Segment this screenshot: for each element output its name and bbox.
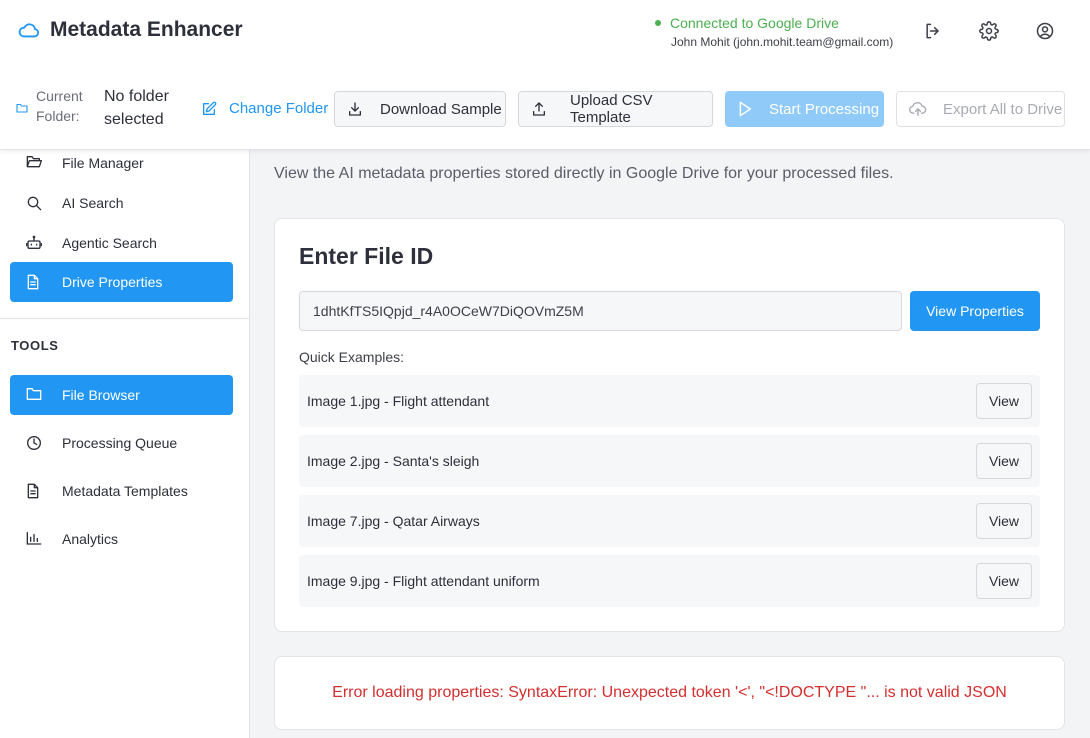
connection-status: Connected to Google Drive <box>655 15 893 31</box>
sidebar-item-label: Metadata Templates <box>62 483 188 499</box>
play-icon <box>738 101 752 117</box>
example-label: Image 1.jpg - Flight attendant <box>307 393 490 409</box>
sidebar-item-label: File Browser <box>62 387 140 403</box>
list-item: Image 2.jpg - Santa's sleigh View <box>299 435 1040 487</box>
clock-icon <box>26 435 42 451</box>
sidebar-item-label: Drive Properties <box>62 274 163 290</box>
gear-icon[interactable] <box>979 21 999 41</box>
quick-examples-label: Quick Examples: <box>299 349 405 365</box>
sidebar-item-file-browser[interactable]: File Browser <box>10 375 233 415</box>
sidebar-item-label: File Manager <box>62 155 144 171</box>
connection-info: Connected to Google Drive John Mohit (jo… <box>655 15 893 49</box>
list-item: Image 9.jpg - Flight attendant uniform V… <box>299 555 1040 607</box>
view-example-button[interactable]: View <box>976 503 1032 539</box>
cloud-upload-icon <box>909 101 927 117</box>
sidebar-item-label: Processing Queue <box>62 435 178 451</box>
error-card: Error loading properties: SyntaxError: U… <box>274 656 1065 730</box>
sidebar-item-ai-search[interactable]: AI Search <box>10 183 233 223</box>
sidebar-item-agentic-search[interactable]: Agentic Search <box>10 223 233 263</box>
sidebar-divider <box>0 318 249 319</box>
change-folder-label: Change Folder <box>229 100 329 117</box>
current-folder: Current Folder: No folder selected <box>16 86 184 131</box>
logout-icon[interactable] <box>923 21 943 41</box>
view-example-button[interactable]: View <box>976 383 1032 419</box>
bar-chart-icon <box>26 531 42 545</box>
upload-icon <box>531 101 547 117</box>
start-processing-label: Start Processing <box>769 100 880 118</box>
view-example-button[interactable]: View <box>976 563 1032 599</box>
error-message: Error loading properties: SyntaxError: U… <box>332 684 1007 701</box>
top-header: Metadata Enhancer Connected to Google Dr… <box>0 0 1090 150</box>
list-item: Image 1.jpg - Flight attendant View <box>299 375 1040 427</box>
connection-status-text: Connected to Google Drive <box>670 15 839 31</box>
status-dot <box>655 20 661 26</box>
sidebar-item-label: Agentic Search <box>62 235 157 251</box>
document-icon <box>26 483 40 499</box>
account-icon[interactable] <box>1035 21 1055 41</box>
upload-csv-button[interactable]: Upload CSV Template <box>518 91 713 127</box>
document-icon <box>26 274 40 290</box>
folder-icon <box>26 387 42 401</box>
sidebar-item-label: AI Search <box>62 195 124 211</box>
current-folder-value: No folder selected <box>104 88 169 128</box>
page-subtitle: View the AI metadata properties stored d… <box>274 165 894 182</box>
download-sample-button[interactable]: Download Sample <box>334 91 506 127</box>
example-label: Image 2.jpg - Santa's sleigh <box>307 453 480 469</box>
change-folder-button[interactable]: Change Folder <box>201 100 328 117</box>
search-icon <box>26 195 42 211</box>
sidebar: File Manager AI Search Agentic Search Dr… <box>0 150 250 738</box>
user-email: John Mohit (john.mohit.team@gmail.com) <box>671 35 894 49</box>
cloud-icon <box>18 21 40 39</box>
tools-section-title: TOOLS <box>11 338 59 353</box>
folder-open-icon <box>26 155 42 169</box>
card-title: Enter File ID <box>299 243 434 269</box>
file-id-input[interactable] <box>299 291 902 331</box>
start-processing-button[interactable]: Start Processing <box>725 91 884 127</box>
brand: Metadata Enhancer <box>18 18 243 42</box>
export-all-label: Export All to Drive <box>943 100 1063 118</box>
download-sample-label: Download Sample <box>380 100 502 118</box>
robot-icon <box>26 235 42 251</box>
main-content: View the AI metadata properties stored d… <box>250 150 1090 738</box>
sidebar-item-analytics[interactable]: Analytics <box>10 519 233 559</box>
example-label: Image 9.jpg - Flight attendant uniform <box>307 573 540 589</box>
edit-icon <box>201 101 217 117</box>
example-label: Image 7.jpg - Qatar Airways <box>307 513 480 529</box>
app-title: Metadata Enhancer <box>50 18 243 41</box>
view-properties-button[interactable]: View Properties <box>910 291 1040 331</box>
current-folder-label: Current Folder: <box>36 88 83 124</box>
sidebar-item-label: Analytics <box>62 531 119 547</box>
export-all-button[interactable]: Export All to Drive <box>896 91 1065 127</box>
sidebar-item-metadata-templates[interactable]: Metadata Templates <box>10 471 233 511</box>
view-example-button[interactable]: View <box>976 443 1032 479</box>
sidebar-item-processing-queue[interactable]: Processing Queue <box>10 423 233 463</box>
upload-csv-label: Upload CSV Template <box>570 92 653 126</box>
download-icon <box>347 101 363 117</box>
folder-icon <box>16 103 28 113</box>
sidebar-item-drive-properties[interactable]: Drive Properties <box>10 262 233 302</box>
list-item: Image 7.jpg - Qatar Airways View <box>299 495 1040 547</box>
file-id-card: Enter File ID View Properties Quick Exam… <box>274 218 1065 632</box>
